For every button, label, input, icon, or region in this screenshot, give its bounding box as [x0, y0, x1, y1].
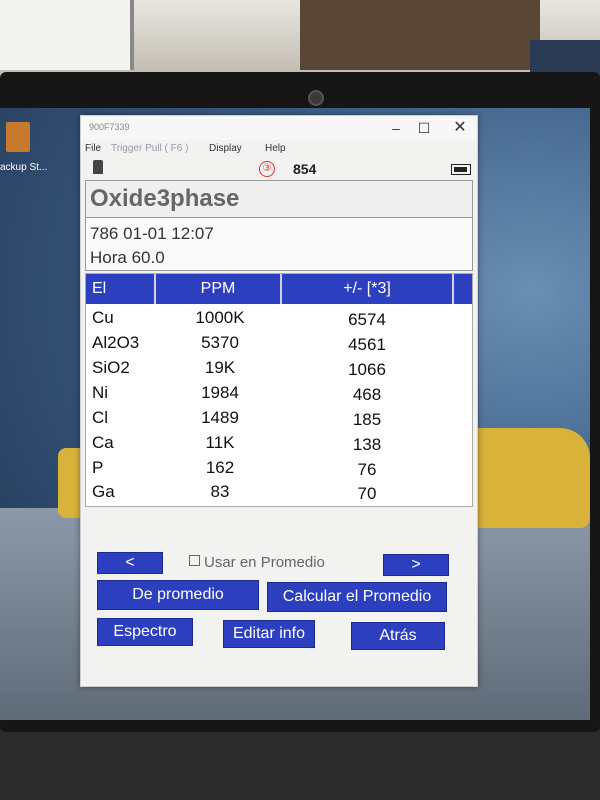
- cell-error: 468: [352, 385, 382, 404]
- cell-element: Cu: [92, 308, 114, 327]
- checkbox-label: Usar en Promedio: [204, 554, 325, 571]
- reading-info: 786 01-01 12:07: [90, 224, 214, 243]
- table-row[interactable]: P 162 76: [86, 456, 470, 481]
- atras-button[interactable]: Atrás: [351, 622, 445, 650]
- window-title: 900F7339: [89, 122, 130, 132]
- cell-ppm: 5370: [201, 333, 239, 352]
- table-header: El PPM +/- [*3]: [86, 274, 472, 304]
- mode-title: Oxide3phase: [90, 185, 240, 212]
- cell-element: Ca: [92, 433, 114, 452]
- table-row[interactable]: Ca 11K 138: [86, 431, 470, 456]
- de-promedio-button[interactable]: De promedio: [97, 580, 259, 610]
- table-row[interactable]: Al2O3 5370 4561: [86, 331, 470, 356]
- cell-error: 76: [357, 460, 377, 479]
- menu-bar: File Trigger Pull ( F6 ) Display Help: [81, 140, 477, 158]
- use-in-average-checkbox[interactable]: Usar en Promedio: [189, 554, 325, 571]
- cell-error: 138: [352, 435, 382, 454]
- cell-error: 4561: [348, 335, 386, 354]
- cell-ppm: 83: [210, 482, 230, 501]
- checkbox-box[interactable]: [189, 555, 200, 566]
- analyzer-window: 900F7339 – ☐ ✕ File Trigger Pull ( F6 ) …: [80, 115, 478, 687]
- cell-ppm: 1489: [201, 408, 239, 427]
- prev-button[interactable]: <: [97, 552, 163, 574]
- webcam-icon: [308, 90, 324, 106]
- cell-element: Ni: [92, 383, 109, 402]
- mode-panel: Oxide3phase: [85, 180, 473, 218]
- editar-info-button[interactable]: Editar info: [223, 620, 315, 648]
- room-window: [0, 0, 134, 70]
- table-row[interactable]: Cu 1000K 6574: [86, 306, 470, 331]
- menu-file[interactable]: File: [85, 143, 101, 154]
- status-count: 854: [293, 161, 317, 177]
- maximize-button[interactable]: ☐: [409, 118, 439, 138]
- header-spacer: [454, 274, 472, 304]
- table-row[interactable]: Ni 1984 468: [86, 381, 470, 406]
- cell-element: Ga: [92, 482, 115, 501]
- header-element[interactable]: El: [86, 274, 156, 304]
- cell-ppm: 11K: [205, 433, 235, 452]
- table-row[interactable]: Cl 1489 185: [86, 406, 470, 431]
- cell-error: 70: [357, 484, 377, 503]
- user-icon: [93, 160, 103, 174]
- menu-trigger-pull[interactable]: Trigger Pull ( F6 ): [111, 143, 188, 154]
- room-shelf: [300, 0, 540, 70]
- cell-error: 1066: [348, 360, 386, 379]
- menu-help[interactable]: Help: [265, 143, 286, 154]
- calcular-promedio-button[interactable]: Calcular el Promedio: [267, 582, 447, 612]
- cell-ppm: 1984: [201, 383, 239, 402]
- cell-element: Al2O3: [92, 333, 140, 352]
- controls-panel: < Usar en Promedio > De promedio Calcula…: [81, 548, 477, 686]
- desktop-icon-label: ackup St...: [0, 162, 48, 173]
- status-bar: ③ 854: [81, 158, 477, 180]
- battery-icon: [451, 164, 471, 175]
- cell-element: SiO2: [92, 358, 130, 377]
- status-badge: ③: [259, 161, 275, 177]
- table-row[interactable]: Ga 83 70: [86, 480, 470, 505]
- next-button[interactable]: >: [383, 554, 449, 576]
- close-button[interactable]: ✕: [445, 118, 475, 138]
- cell-ppm: 162: [205, 458, 235, 477]
- cell-error: 185: [352, 410, 382, 429]
- duration-info: Hora 60.0: [90, 248, 165, 267]
- minimize-button[interactable]: –: [381, 118, 411, 138]
- room-background: [0, 0, 600, 80]
- cell-ppm: 19K: [204, 358, 236, 377]
- cell-error: 6574: [348, 310, 386, 329]
- table-row[interactable]: SiO2 19K 1066: [86, 356, 470, 381]
- cell-element: Cl: [92, 408, 109, 427]
- desktop-folder-icon[interactable]: [6, 122, 30, 152]
- menu-display[interactable]: Display: [209, 143, 242, 154]
- cell-ppm: 1000K: [195, 308, 245, 327]
- header-ppm[interactable]: PPM: [156, 274, 282, 304]
- title-bar[interactable]: 900F7339 – ☐ ✕: [81, 116, 477, 140]
- espectro-button[interactable]: Espectro: [97, 618, 193, 646]
- info-panel: 786 01-01 12:07 Hora 60.0: [85, 218, 473, 271]
- header-error[interactable]: +/- [*3]: [282, 274, 454, 304]
- results-table[interactable]: El PPM +/- [*3] Cu 1000K 6574 Al2O3 5370…: [85, 273, 473, 507]
- cell-element: P: [92, 458, 104, 477]
